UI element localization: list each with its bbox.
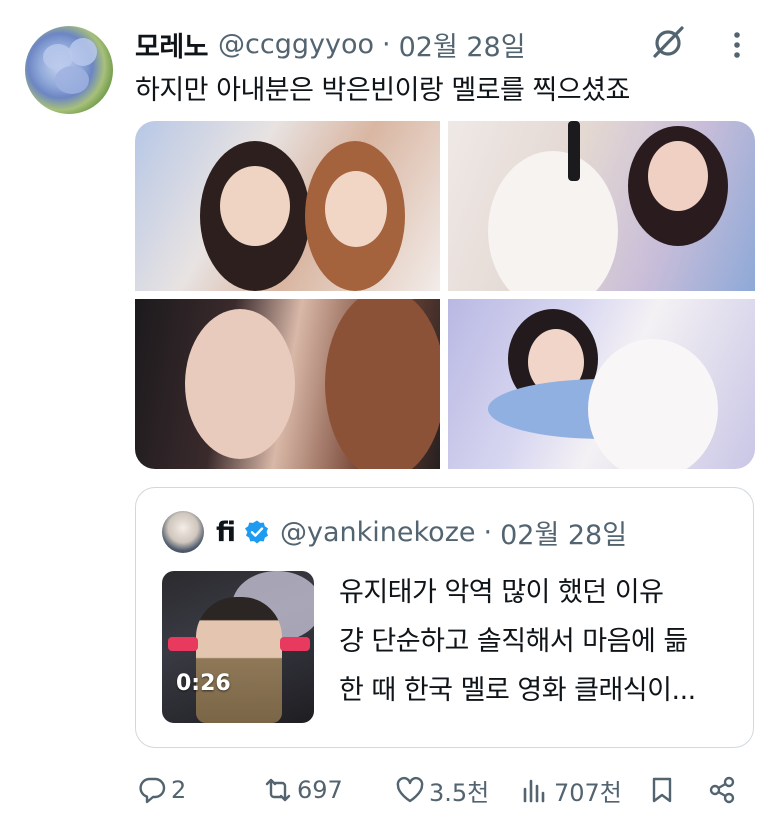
quoted-post-card[interactable]: fi @yankinekoze · 02월 28일 0:26 유지태가 악역 많… (135, 487, 754, 748)
quoted-post-date[interactable]: 02월 28일 (500, 513, 627, 552)
action-bar: 2 697 3.5천 707천 (0, 768, 781, 812)
views-button[interactable]: 707천 (520, 768, 622, 812)
repost-button[interactable]: 697 (263, 768, 343, 812)
quoted-post-header: fi @yankinekoze · 02월 28일 (216, 511, 627, 553)
photo-figure (325, 299, 440, 469)
like-button[interactable]: 3.5천 (395, 768, 489, 812)
photo-figure (185, 309, 295, 459)
header-separator: · (382, 28, 391, 60)
media-photo-4[interactable] (448, 299, 755, 469)
quoted-text-line: 걍 단순하고 솔직해서 마음에 듦 (339, 626, 688, 657)
video-duration: 0:26 (176, 671, 231, 696)
repost-icon (265, 778, 291, 802)
more-icon[interactable] (722, 28, 752, 62)
post-header: 모레노 @ccggyyoo · 02월 28일 (135, 24, 526, 64)
repost-count: 697 (297, 776, 343, 804)
view-count: 707천 (554, 778, 622, 807)
thumbnail-figure (196, 597, 282, 723)
quoted-video-thumbnail[interactable]: 0:26 (162, 571, 314, 723)
like-icon (396, 776, 424, 803)
avatar-flower (69, 38, 97, 66)
quoted-author-avatar[interactable] (162, 511, 204, 553)
bookmark-button[interactable] (647, 768, 681, 812)
reply-icon (139, 777, 166, 804)
photo-figure (220, 166, 290, 246)
author-avatar[interactable] (25, 26, 113, 114)
media-photo-3[interactable] (135, 299, 440, 469)
verified-badge-icon (245, 520, 269, 544)
photo-figure (648, 141, 708, 211)
share-icon (709, 776, 735, 804)
photo-figure (325, 171, 387, 247)
quoted-author-handle[interactable]: @yankinekoze (280, 517, 475, 548)
avatar-flower (55, 66, 89, 94)
photo-figure (488, 151, 618, 291)
quoted-text-line: 유지태가 악역 많이 했던 이유 (339, 577, 664, 608)
photo-figure (588, 339, 718, 469)
quoted-header-separator: · (483, 516, 493, 548)
views-icon (523, 779, 545, 803)
media-photo-2[interactable] (448, 121, 755, 291)
post-date[interactable]: 02월 28일 (399, 25, 526, 64)
grok-icon[interactable] (648, 22, 688, 62)
reply-button[interactable]: 2 (137, 768, 186, 812)
like-count: 3.5천 (429, 778, 490, 807)
thumbnail-tag (280, 637, 310, 651)
reply-count: 2 (171, 776, 187, 804)
thumbnail-tag (168, 637, 198, 651)
quoted-text-line: 한 때 한국 멜로 영화 클래식이... (339, 675, 696, 706)
post-text: 하지만 아내분은 박은빈이랑 멜로를 찍으셨죠 (135, 75, 630, 106)
share-button[interactable] (707, 768, 741, 812)
media-grid (135, 121, 755, 469)
media-photo-1[interactable] (135, 121, 440, 291)
quoted-post-text: 유지태가 악역 많이 했던 이유 걍 단순하고 솔직해서 마음에 듦 한 때 한… (339, 568, 696, 715)
author-name[interactable]: 모레노 (135, 25, 209, 64)
bookmark-icon (652, 777, 672, 803)
author-handle[interactable]: @ccggyyoo (218, 29, 374, 60)
photo-figure (568, 121, 580, 181)
quoted-author-name[interactable]: fi (216, 517, 236, 548)
